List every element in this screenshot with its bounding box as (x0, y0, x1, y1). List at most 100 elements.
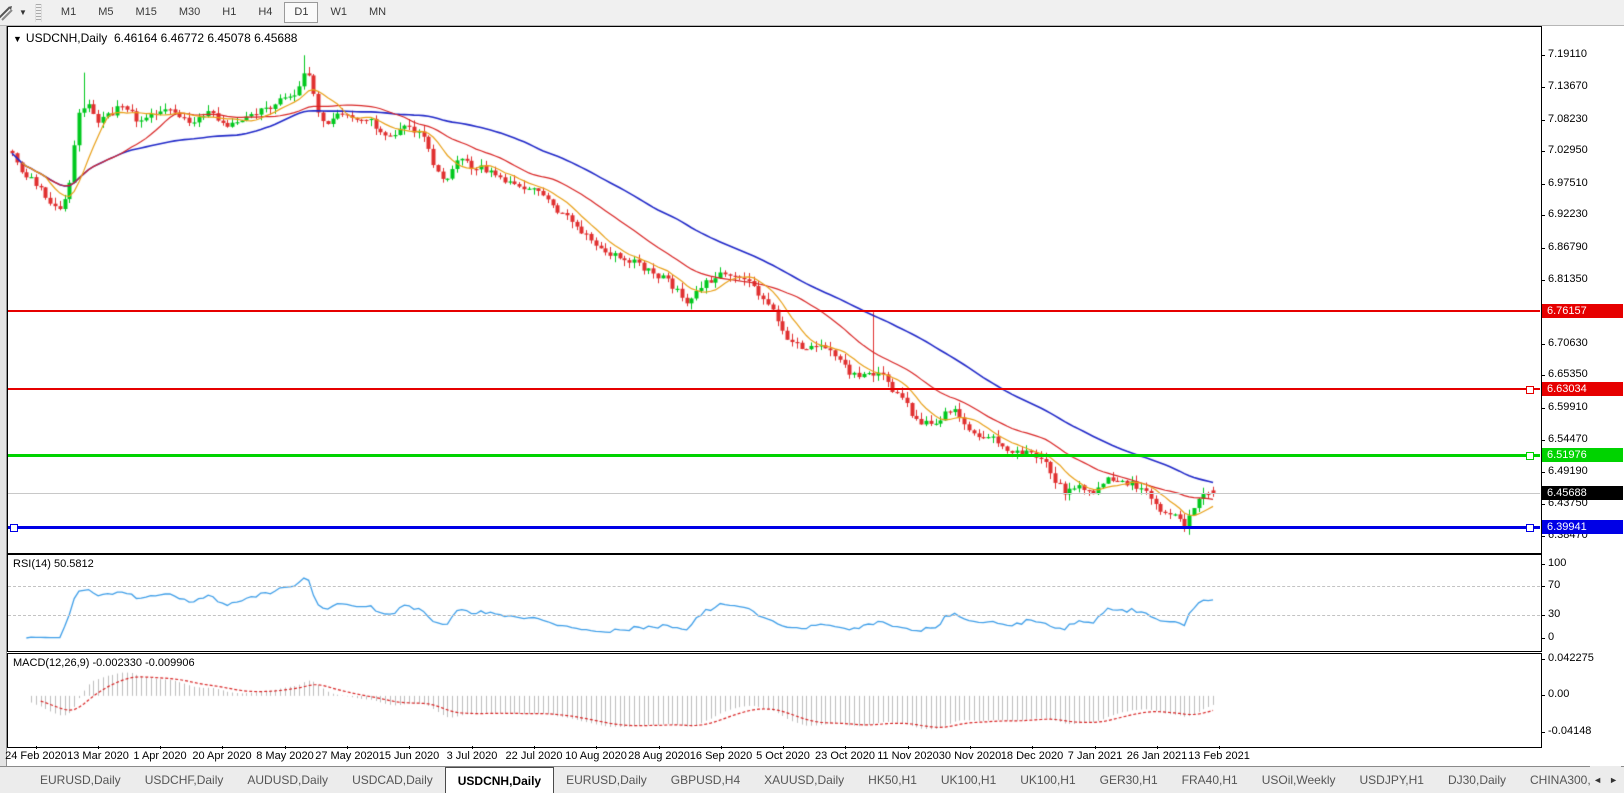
date-axis-label: 24 Feb 2020 (5, 750, 67, 762)
date-axis-label: 27 May 2020 (315, 750, 379, 762)
price-axis-tick-label: 7.08230 (1548, 113, 1588, 125)
timeframe-button-m15[interactable]: M15 (125, 2, 166, 23)
date-axis-label: 28 Aug 2020 (628, 750, 690, 762)
price-level-badge: 6.76157 (1542, 304, 1623, 318)
timeframe-button-w1[interactable]: W1 (320, 2, 357, 23)
price-axis-tick-label: 6.70630 (1548, 337, 1588, 349)
timeframe-button-m1[interactable]: M1 (51, 2, 86, 23)
timeframe-button-d1[interactable]: D1 (284, 2, 319, 23)
chart-tab-fra40-h1[interactable]: FRA40,H1 (1170, 767, 1250, 793)
timeframe-button-mn[interactable]: MN (359, 2, 396, 23)
horizontal-level-line[interactable] (8, 310, 1540, 312)
date-axis-label: 3 Jul 2020 (446, 750, 498, 762)
chart-tab-eurusd-daily[interactable]: EURUSD,Daily (554, 767, 659, 793)
rsi-axis-tick-label: 30 (1548, 608, 1561, 620)
timeframe-button-h1[interactable]: H1 (212, 2, 246, 23)
chart-tab-usdcad-daily[interactable]: USDCAD,Daily (340, 767, 445, 793)
tool-dropdown-icon[interactable]: ▼ (19, 8, 27, 17)
tab-scroll-arrows: ◄ ► (1590, 766, 1621, 793)
date-axis-label: 26 Jan 2021 (1126, 750, 1188, 762)
timeframe-button-m5[interactable]: M5 (88, 2, 123, 23)
rsi-label: RSI(14) 50.5812 (13, 558, 94, 570)
date-axis-tick-mark (596, 746, 597, 749)
timeframe-button-h4[interactable]: H4 (248, 2, 282, 23)
chart-tab-hk50-h1[interactable]: HK50,H1 (856, 767, 929, 793)
chart-tab-usdjpy-h1[interactable]: USDJPY,H1 (1347, 767, 1435, 793)
price-axis-tick-label: 7.13670 (1548, 80, 1588, 92)
date-axis-tick-mark (845, 746, 846, 749)
date-axis-tick-mark (222, 746, 223, 749)
price-axis-tick-mark (1541, 55, 1545, 56)
macd-axis-tick-mark (1541, 732, 1545, 733)
price-level-badge: 6.39941 (1542, 520, 1623, 534)
drawing-tools-icon[interactable] (0, 4, 17, 22)
chart-tab-eurusd-daily[interactable]: EURUSD,Daily (28, 767, 133, 793)
date-axis-tick-mark (1219, 746, 1220, 749)
price-axis-tick-label: 7.19110 (1548, 48, 1587, 60)
chart-tab-gbpusd-h4[interactable]: GBPUSD,H4 (659, 767, 752, 793)
rsi-axis-tick-label: 100 (1548, 557, 1567, 569)
date-axis-tick-mark (970, 746, 971, 749)
price-axis-tick-mark (1541, 151, 1545, 152)
horizontal-level-line[interactable] (8, 454, 1540, 457)
price-level-badge: 6.63034 (1542, 382, 1623, 396)
rsi-axis-tick-label: 0 (1548, 631, 1555, 643)
date-axis-label: 18 Dec 2020 (1000, 750, 1064, 762)
rsi-axis-tick-mark (1541, 638, 1545, 639)
date-axis-tick-mark (1157, 746, 1158, 749)
date-axis-label: 13 Mar 2020 (67, 750, 129, 762)
rsi-pane[interactable] (7, 554, 1542, 652)
macd-axis-tick-label: 0.042275 (1548, 652, 1594, 664)
price-pane[interactable] (7, 26, 1542, 554)
chart-symbol-label: USDCNH,Daily (25, 31, 108, 45)
chart-collapse-icon[interactable]: ▼ (13, 34, 22, 44)
level-line-handle[interactable] (1526, 524, 1534, 532)
price-axis-tick-mark (1541, 215, 1545, 216)
date-axis-label: 30 Nov 2020 (938, 750, 1002, 762)
level-line-handle[interactable] (1526, 386, 1534, 394)
rsi-dashed-level (8, 586, 1540, 587)
date-axis-tick-mark (160, 746, 161, 749)
toolbar-grip[interactable] (34, 3, 42, 22)
chart-tab-audusd-daily[interactable]: AUDUSD,Daily (235, 767, 340, 793)
rsi-dashed-level (8, 615, 1540, 616)
timeframe-button-m30[interactable]: M30 (169, 2, 210, 23)
timeframe-buttons: M1 M5 M15 M30 H1 H4 D1 W1 MN (50, 2, 397, 23)
chart-tab-ger30-h1[interactable]: GER30,H1 (1088, 767, 1170, 793)
chart-tab-xauusd-daily[interactable]: XAUUSD,Daily (752, 767, 856, 793)
chart-quote-values: 6.46164 6.46772 6.45078 6.45688 (113, 31, 298, 45)
price-axis-tick-mark (1541, 344, 1545, 345)
chart-tab-dj30-daily[interactable]: DJ30,Daily (1436, 767, 1518, 793)
horizontal-level-line[interactable] (8, 388, 1540, 390)
rsi-axis-tick-mark (1541, 615, 1545, 616)
macd-pane[interactable] (7, 653, 1542, 748)
date-axis-label: 10 Aug 2020 (565, 750, 627, 762)
chart-tab-usoil-weekly[interactable]: USOil,Weekly (1250, 767, 1348, 793)
chart-tab-uk100-h1[interactable]: UK100,H1 (1008, 767, 1087, 793)
date-axis-tick-mark (1032, 746, 1033, 749)
rsi-axis-tick-label: 70 (1548, 579, 1561, 591)
price-axis-tick-label: 6.54470 (1548, 433, 1588, 445)
chart-tab-usdchf-daily[interactable]: USDCHF,Daily (133, 767, 236, 793)
date-axis-label: 5 Oct 2020 (756, 750, 810, 762)
date-axis-tick-mark (409, 746, 410, 749)
chart-tab-usdcnh-daily[interactable]: USDCNH,Daily (444, 767, 555, 793)
level-line-handle[interactable] (1526, 452, 1534, 460)
date-axis-tick-mark (534, 746, 535, 749)
date-axis-label: 22 Jul 2020 (505, 750, 563, 762)
chart-tab-uk100-h1[interactable]: UK100,H1 (929, 767, 1008, 793)
date-axis-tick-mark (98, 746, 99, 749)
date-axis-tick-mark (347, 746, 348, 749)
trading-platform-window: ▼ M1 M5 M15 M30 H1 H4 D1 W1 MN ▼ USDCNH,Daily 6.4… (0, 0, 1624, 793)
tab-scroll-right-icon[interactable]: ► (1609, 775, 1618, 785)
price-axis-tick-label: 6.65350 (1548, 368, 1588, 380)
macd-axis-tick-mark (1541, 659, 1545, 660)
tab-scroll-left-icon[interactable]: ◄ (1593, 775, 1602, 785)
date-axis-tick-mark (1095, 746, 1096, 749)
level-line-handle[interactable] (10, 524, 18, 532)
date-axis-tick-mark (908, 746, 909, 749)
horizontal-level-line[interactable] (8, 526, 1540, 529)
chart-title: ▼ USDCNH,Daily 6.46164 6.46772 6.45078 6.… (13, 31, 297, 45)
date-axis-tick-mark (721, 746, 722, 749)
current-price-line (8, 493, 1540, 494)
